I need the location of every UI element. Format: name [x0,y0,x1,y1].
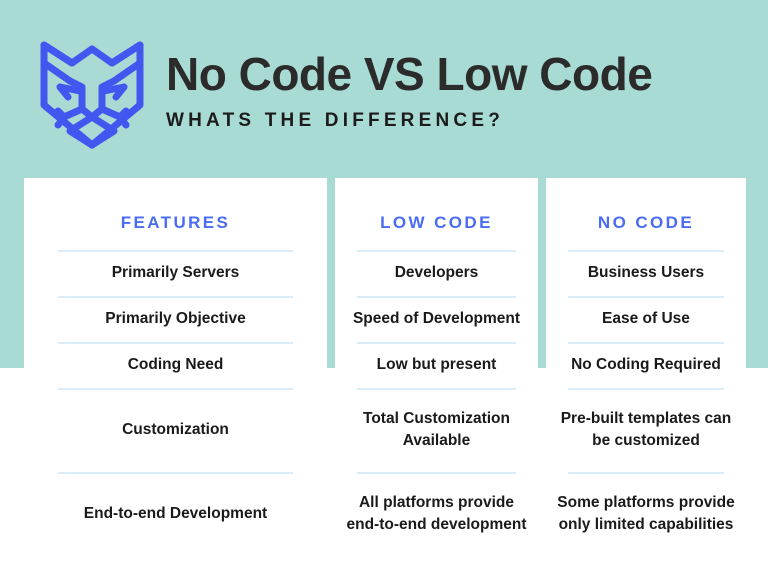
comparison-table: FEATURES Primarily Servers Primarily Obj… [0,178,768,576]
page-title: No Code VS Low Code [166,48,653,101]
column-header-no-code: NO CODE [597,213,695,232]
page-subtitle: WHATS THE DIFFERENCE? [166,109,505,131]
column-header-low-code: LOW CODE [380,213,493,232]
header-text-block: No Code VS Low Code WHATS THE DIFFERENCE… [166,46,653,132]
table-cell: Primarily Objective [24,296,327,342]
header: No Code VS Low Code WHATS THE DIFFERENCE… [0,0,768,178]
column-header-features: FEATURES [120,213,231,232]
table-cell: All platforms provide end-to-end develop… [335,472,538,556]
table-cell: Ease of Use [546,296,746,342]
column-no-code: NO CODE Business Users Ease of Use No Co… [546,178,746,576]
table-cell: Some platforms provide only limited capa… [546,472,746,556]
table-cell: End-to-end Development [24,472,327,556]
column-low-code: LOW CODE Developers Speed of Development… [335,178,538,576]
table-cell: Business Users [546,250,746,296]
column-features: FEATURES Primarily Servers Primarily Obj… [24,178,327,576]
table-cell: Low but present [335,342,538,388]
table-cell: Primarily Servers [24,250,327,296]
lion-head-logo-icon [36,27,148,151]
table-cell: Speed of Development [335,296,538,342]
table-cell: Coding Need [24,342,327,388]
infographic-root: No Code VS Low Code WHATS THE DIFFERENCE… [0,0,768,576]
table-cell: Developers [335,250,538,296]
table-cell: No Coding Required [546,342,746,388]
table-cell: Total Customization Available [335,388,538,472]
table-cell: Pre-built templates can be customized [546,388,746,472]
table-cell: Customization [24,388,327,472]
